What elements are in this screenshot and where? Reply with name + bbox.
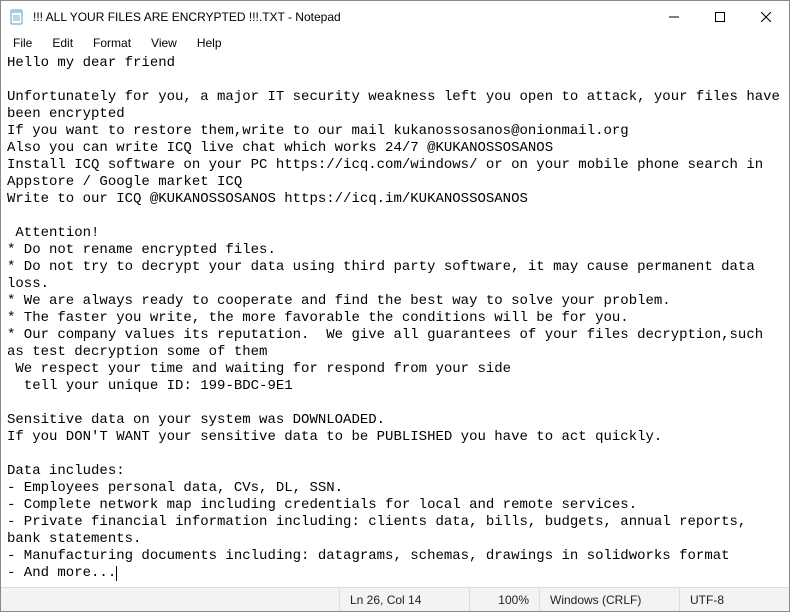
menu-format[interactable]: Format	[85, 34, 139, 52]
status-lineending: Windows (CRLF)	[539, 588, 679, 611]
close-button[interactable]	[743, 1, 789, 33]
minimize-button[interactable]	[651, 1, 697, 33]
menu-file[interactable]: File	[5, 34, 40, 52]
window-controls	[651, 1, 789, 33]
text-cursor	[116, 566, 117, 581]
notepad-icon	[1, 1, 33, 33]
text-editor[interactable]: Hello my dear friend Unfortunately for y…	[1, 53, 789, 587]
menu-bar: File Edit Format View Help	[1, 33, 789, 53]
title-bar[interactable]: !!! ALL YOUR FILES ARE ENCRYPTED !!!.TXT…	[1, 1, 789, 33]
status-bar: Ln 26, Col 14 100% Windows (CRLF) UTF-8	[1, 587, 789, 611]
menu-edit[interactable]: Edit	[44, 34, 81, 52]
menu-view[interactable]: View	[143, 34, 185, 52]
window-title: !!! ALL YOUR FILES ARE ENCRYPTED !!!.TXT…	[33, 10, 651, 24]
status-encoding: UTF-8	[679, 588, 789, 611]
menu-help[interactable]: Help	[189, 34, 230, 52]
status-position: Ln 26, Col 14	[339, 588, 469, 611]
editor-content: Hello my dear friend Unfortunately for y…	[7, 55, 788, 581]
maximize-button[interactable]	[697, 1, 743, 33]
status-zoom: 100%	[469, 588, 539, 611]
